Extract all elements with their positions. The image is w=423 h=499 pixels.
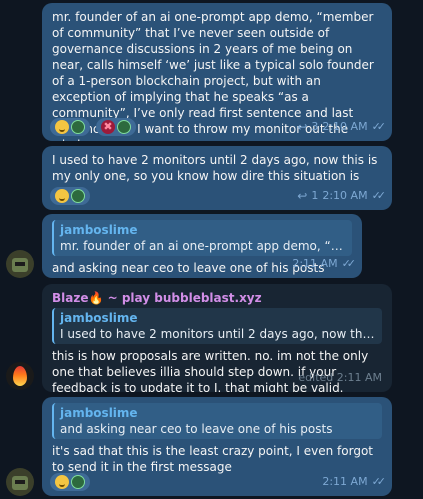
quoted-author: jamboslime: [60, 311, 138, 325]
message-time: edited 2:11 AM: [298, 371, 382, 384]
reply-icon[interactable]: ↩: [297, 188, 307, 204]
message-bubble[interactable]: mr. founder of an ai one-prompt app demo…: [42, 3, 392, 141]
message-text: it's sad that this is the least crazy po…: [52, 444, 374, 474]
message-meta: edited 2:11 AM: [298, 370, 382, 386]
reactor-avatar: [117, 120, 131, 134]
quoted-text: and asking near ceo to leave one of his …: [60, 422, 333, 436]
chat-area: mr. founder of an ai one-prompt app demo…: [0, 0, 423, 499]
reactions: [50, 473, 90, 491]
reply-count[interactable]: 3: [311, 119, 318, 135]
user-avatar[interactable]: [6, 362, 34, 390]
read-checks-icon: ✓✓: [371, 189, 387, 202]
quoted-reply[interactable]: jamboslime I used to have 2 monitors unt…: [52, 308, 382, 344]
message-meta: ↩ 3 2:10 AM ✓✓: [297, 119, 387, 135]
cross-emoji-icon: ✖: [101, 120, 115, 134]
quoted-text: I used to have 2 monitors until 2 days a…: [60, 327, 376, 341]
reaction-chip[interactable]: [50, 473, 90, 491]
quoted-text: mr. founder of an ai one-prompt app demo…: [60, 239, 346, 253]
smile-emoji-icon: [55, 120, 69, 134]
user-avatar[interactable]: [6, 250, 34, 278]
reaction-chip[interactable]: [50, 118, 90, 136]
reactor-avatar: [71, 120, 85, 134]
message-bubble[interactable]: jamboslime and asking near ceo to leave …: [42, 397, 392, 496]
reactor-avatar: [71, 189, 85, 203]
reactions: ✖: [50, 118, 136, 136]
message-time: 2:10 AM: [322, 120, 368, 133]
message-bubble[interactable]: jamboslime mr. founder of an ai one-prom…: [42, 214, 362, 278]
smile-emoji-icon: [55, 189, 69, 203]
user-avatar[interactable]: [6, 468, 34, 496]
message-time: 2:11 AM: [292, 257, 338, 270]
quoted-reply[interactable]: jamboslime mr. founder of an ai one-prom…: [52, 220, 352, 256]
reply-icon[interactable]: ↩: [297, 119, 307, 135]
message-time: 2:11 AM: [322, 475, 368, 488]
message-bubble[interactable]: Blaze🔥 ~ play bubbleblast.xyz jamboslime…: [42, 284, 392, 392]
message-bubble[interactable]: I used to have 2 monitors until 2 days a…: [42, 146, 392, 210]
quoted-reply[interactable]: jamboslime and asking near ceo to leave …: [52, 403, 382, 439]
read-checks-icon: ✓✓: [371, 475, 387, 488]
reaction-chip[interactable]: [50, 187, 90, 205]
reactor-avatar: [71, 475, 85, 489]
read-checks-icon: ✓✓: [371, 120, 387, 133]
message-text: I used to have 2 monitors until 2 days a…: [52, 153, 378, 183]
reaction-chip[interactable]: ✖: [96, 118, 136, 136]
message-meta: 2:11 AM ✓✓: [292, 256, 357, 272]
quoted-author: jamboslime: [60, 223, 138, 237]
message-time: 2:10 AM: [322, 189, 368, 202]
read-checks-icon: ✓✓: [341, 257, 357, 270]
flame-icon: [13, 366, 27, 386]
reply-count[interactable]: 1: [311, 188, 318, 204]
quoted-author: jamboslime: [60, 406, 138, 420]
smile-emoji-icon: [55, 475, 69, 489]
reactions: [50, 187, 90, 205]
sender-name[interactable]: Blaze🔥 ~ play bubbleblast.xyz: [52, 290, 382, 306]
message-meta: 2:11 AM ✓✓: [322, 474, 387, 490]
message-meta: ↩ 1 2:10 AM ✓✓: [297, 188, 387, 204]
